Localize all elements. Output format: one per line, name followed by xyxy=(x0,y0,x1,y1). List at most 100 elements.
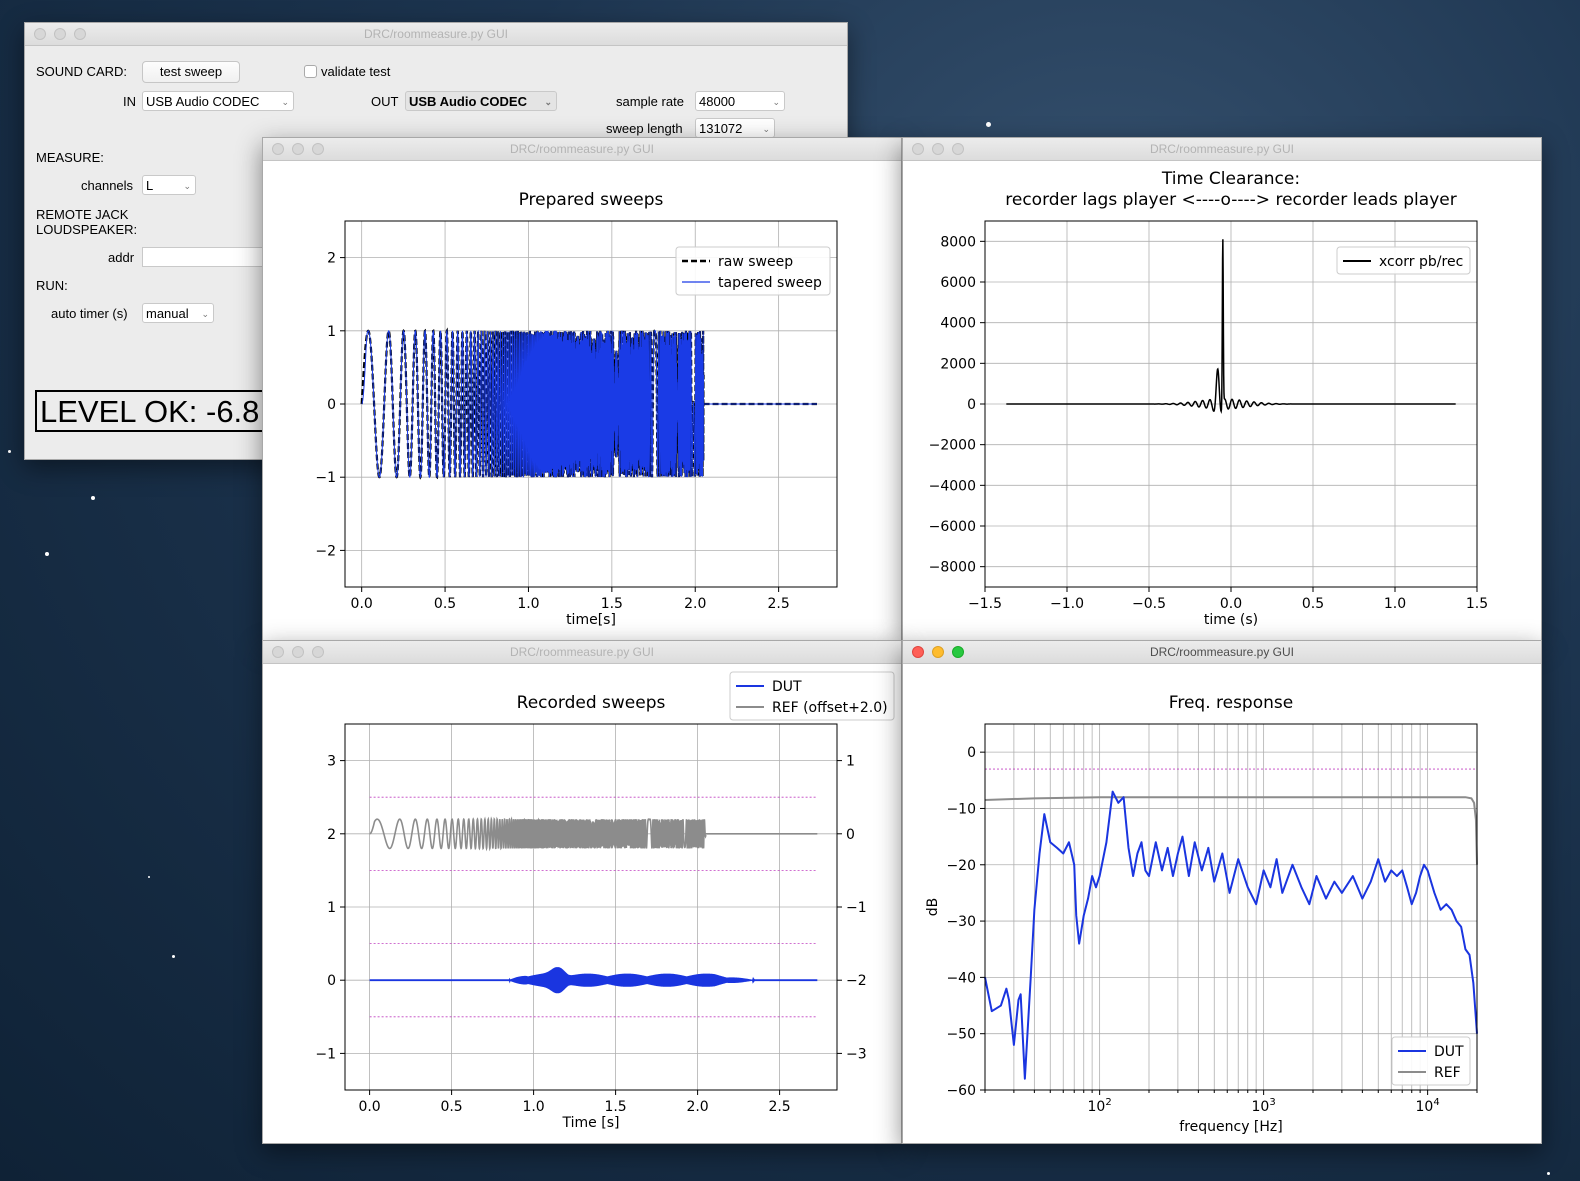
zoom-button[interactable] xyxy=(312,143,324,155)
y-tick-label: −30 xyxy=(946,914,976,930)
legend-label: raw sweep xyxy=(718,254,793,270)
y-tick-label: −1 xyxy=(315,1046,336,1062)
close-button[interactable] xyxy=(34,28,46,40)
chevron-down-icon: ⌄ xyxy=(544,97,552,107)
auto-timer-label: auto timer (s) xyxy=(51,306,128,321)
star xyxy=(172,955,175,958)
auto-timer-select[interactable]: manual ⌄ xyxy=(142,303,214,323)
y2-tick-label: −2 xyxy=(846,973,867,989)
channels-label: channels xyxy=(81,178,134,193)
out-device-select[interactable]: USB Audio CODEC ⌄ xyxy=(405,91,557,111)
addr-label: addr xyxy=(108,250,135,265)
y-tick-label: 8000 xyxy=(940,234,976,250)
freq-response-chart: −60 −50 −40 −30 −20 −10 0 102 103 104 Freq. respon… xyxy=(925,693,1478,1135)
chevron-down-icon: ⌄ xyxy=(281,97,289,107)
in-device-select[interactable]: USB Audio CODEC ⌄ xyxy=(142,91,294,111)
star xyxy=(91,496,95,500)
x-tick-label: 1.5 xyxy=(1466,596,1488,612)
sweep-length-label: sweep length xyxy=(606,121,683,136)
y-axis-label: dB xyxy=(925,898,941,917)
x-tick-label: 2.5 xyxy=(767,596,789,612)
window-title: DRC/roommeasure.py GUI xyxy=(1149,645,1295,659)
x-tick-label: 2.0 xyxy=(684,596,706,612)
minimize-button[interactable] xyxy=(54,28,66,40)
close-button[interactable] xyxy=(272,646,284,658)
close-button[interactable] xyxy=(272,143,284,155)
y-tick-label: 4000 xyxy=(940,316,976,332)
x-tick-label: 1.0 xyxy=(1384,596,1406,612)
prepared-sweeps-chart: −2 −1 0 1 2 0.0 0.5 1.0 1.5 2.0 2.5 Prepared sweeps… xyxy=(315,190,838,628)
close-button[interactable] xyxy=(912,143,924,155)
plot-window-prepared-sweeps: DRC/roommeasure.py GUI −2 −1 0 1 2 0.0 0.5 1.0 1… xyxy=(262,137,902,641)
plot-area xyxy=(985,724,1477,1090)
y2-tick-label: −1 xyxy=(846,900,867,916)
in-device-value: USB Audio CODEC xyxy=(146,94,260,109)
auto-timer-value: manual xyxy=(146,306,189,321)
star xyxy=(45,552,49,556)
sample-rate-select[interactable]: 48000 ⌄ xyxy=(695,91,785,111)
x-tick-label: 0.5 xyxy=(440,1099,462,1115)
y-tick-label: 6000 xyxy=(940,275,976,291)
y-tick-label: 2 xyxy=(327,251,336,267)
x-tick-label: 103 xyxy=(1252,1097,1276,1115)
y-tick-label: −10 xyxy=(946,801,976,817)
x-tick-label: 104 xyxy=(1416,1097,1440,1115)
sweep-length-select[interactable]: 131072 ⌄ xyxy=(695,118,775,138)
y-tick-label: −20 xyxy=(946,858,976,874)
zoom-button[interactable] xyxy=(952,646,964,658)
y2-tick-label: 0 xyxy=(846,827,855,843)
sample-rate-label: sample rate xyxy=(616,94,684,109)
plot-window-titlebar: DRC/roommeasure.py GUI xyxy=(263,138,901,161)
y-tick-label: 2000 xyxy=(940,356,976,372)
addr-input[interactable] xyxy=(142,247,282,267)
channels-select[interactable]: L ⌄ xyxy=(142,175,196,195)
x-tick-label: 0.0 xyxy=(358,1099,380,1115)
x-axis-label: frequency [Hz] xyxy=(1179,1119,1282,1135)
star xyxy=(8,450,11,453)
zoom-button[interactable] xyxy=(312,646,324,658)
y-tick-label: 1 xyxy=(327,900,336,916)
measure-label: MEASURE: xyxy=(36,150,104,165)
x-axis-label: time (s) xyxy=(1204,612,1258,628)
test-sweep-button[interactable]: test sweep xyxy=(142,61,240,83)
plot-window-titlebar: DRC/roommeasure.py GUI xyxy=(263,641,901,664)
y-tick-label: −4000 xyxy=(929,478,976,494)
chevron-down-icon: ⌄ xyxy=(183,181,191,191)
chevron-down-icon: ⌄ xyxy=(201,309,209,319)
validate-test-checkbox[interactable] xyxy=(304,65,317,78)
chart-title: Freq. response xyxy=(1169,693,1293,713)
x-tick-label: 1.5 xyxy=(601,596,623,612)
level-display: LEVEL OK: -6.8 xyxy=(35,390,275,432)
y-tick-label: 1 xyxy=(327,324,336,340)
y-tick-label: −2000 xyxy=(929,438,976,454)
minimize-button[interactable] xyxy=(292,143,304,155)
minimize-button[interactable] xyxy=(932,143,944,155)
x-tick-label: −1.0 xyxy=(1050,596,1084,612)
x-tick-label: 0.0 xyxy=(351,596,373,612)
star xyxy=(1547,1172,1550,1175)
minimize-button[interactable] xyxy=(292,646,304,658)
loudspeaker-label: LOUDSPEAKER: xyxy=(36,222,138,237)
validate-test-label: validate test xyxy=(321,64,391,79)
zoom-button[interactable] xyxy=(952,143,964,155)
y-tick-label: −8000 xyxy=(929,560,976,576)
y-tick-label: 2 xyxy=(327,827,336,843)
x-axis-label: time[s] xyxy=(566,612,616,628)
close-button[interactable] xyxy=(912,646,924,658)
chart-title: Recorded sweeps xyxy=(517,693,666,713)
legend-label: xcorr pb/rec xyxy=(1379,254,1463,270)
chevron-down-icon: ⌄ xyxy=(772,97,780,107)
y-tick-label: 0 xyxy=(967,745,976,761)
y-tick-label: −1 xyxy=(315,470,336,486)
window-title: DRC/roommeasure.py GUI xyxy=(509,142,655,156)
y-tick-label: −2 xyxy=(315,543,336,559)
minimize-button[interactable] xyxy=(932,646,944,658)
chart-title: Prepared sweeps xyxy=(519,190,664,210)
y-tick-label: 0 xyxy=(967,397,976,413)
out-device-value: USB Audio CODEC xyxy=(409,94,527,109)
x-tick-label: 0.0 xyxy=(1220,596,1242,612)
chevron-down-icon: ⌄ xyxy=(762,124,770,134)
main-window-titlebar: DRC/roommeasure.py GUI xyxy=(25,23,847,46)
out-label: OUT xyxy=(371,94,399,109)
zoom-button[interactable] xyxy=(74,28,86,40)
